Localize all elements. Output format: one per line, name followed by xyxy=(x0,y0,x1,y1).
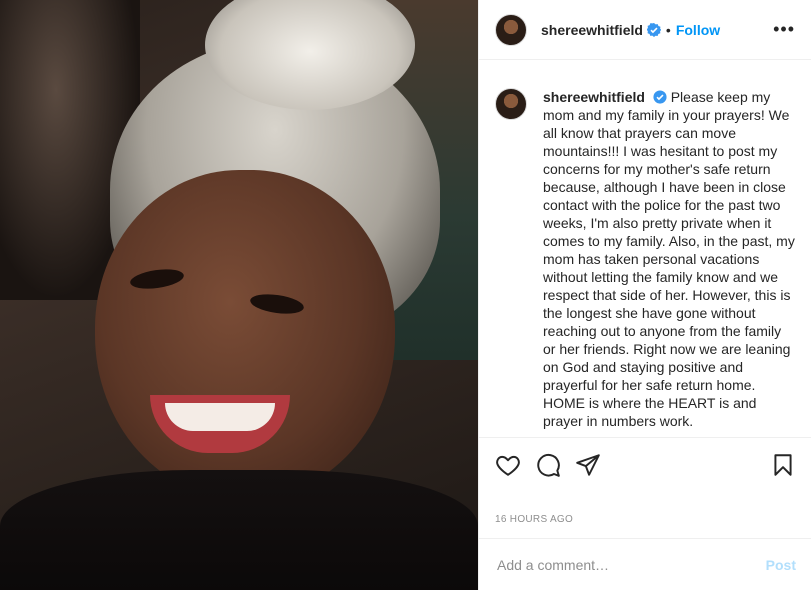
comment-input[interactable] xyxy=(495,555,766,574)
post-comment-button[interactable]: Post xyxy=(766,557,796,573)
username-link[interactable]: shereewhitfield xyxy=(541,22,643,38)
post-header: shereewhitfield • Follow ••• xyxy=(479,0,811,60)
caption: shereewhitfield Please keep my mom and m… xyxy=(543,88,796,430)
post-side-panel: shereewhitfield • Follow ••• shereewhitf… xyxy=(478,0,811,590)
comment-bar: Post xyxy=(479,538,811,590)
avatar[interactable] xyxy=(495,88,527,120)
bookmark-icon[interactable] xyxy=(770,452,796,478)
action-bar xyxy=(479,440,811,490)
heart-icon[interactable] xyxy=(495,452,521,478)
photo-clothing xyxy=(0,470,478,590)
caption-scroll-area[interactable]: shereewhitfield Please keep my mom and m… xyxy=(479,60,811,438)
avatar[interactable] xyxy=(495,13,527,46)
post-image[interactable] xyxy=(0,0,478,590)
verified-badge-icon xyxy=(646,22,661,37)
post-timestamp[interactable]: 16 HOURS AGO xyxy=(495,514,573,525)
verified-badge-icon xyxy=(653,90,667,104)
paper-plane-icon[interactable] xyxy=(575,452,601,478)
caption-text: Please keep my mom and my family in your… xyxy=(543,89,795,429)
comment-bubble-icon[interactable] xyxy=(535,452,561,478)
instagram-post: shereewhitfield • Follow ••• shereewhitf… xyxy=(0,0,811,590)
caption-username-link[interactable]: shereewhitfield xyxy=(543,89,645,105)
caption-row: shereewhitfield Please keep my mom and m… xyxy=(479,60,811,430)
follow-button[interactable]: Follow xyxy=(676,22,720,38)
photo-teeth xyxy=(165,403,275,431)
more-options-icon[interactable]: ••• xyxy=(773,19,795,40)
separator-dot: • xyxy=(665,21,671,38)
